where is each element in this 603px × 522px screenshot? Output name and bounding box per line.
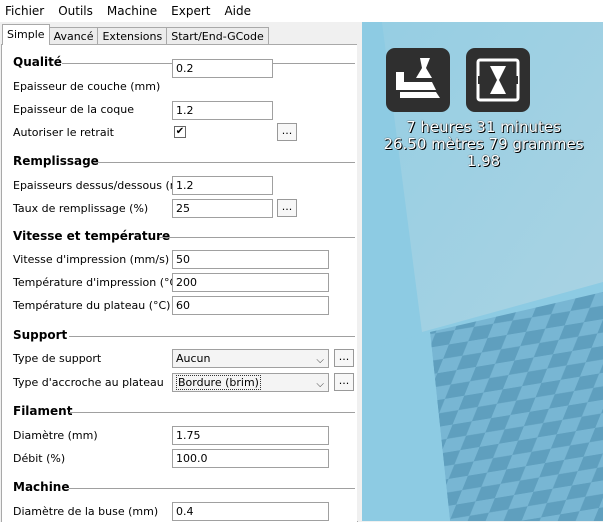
section-divider xyxy=(159,237,355,238)
3d-viewport[interactable] xyxy=(362,22,603,521)
bed-temp-label: Température du plateau (°C) xyxy=(13,299,171,312)
tab-avance[interactable]: Avancé xyxy=(48,27,99,45)
adhesion-type-select[interactable]: Bordure (brim) ⌵ xyxy=(172,373,329,392)
section-divider xyxy=(69,412,355,413)
hourglass-icon xyxy=(476,58,520,102)
retraction-checkbox[interactable]: ✔ xyxy=(174,126,186,138)
print-button[interactable] xyxy=(466,48,530,112)
layer-height-input[interactable]: 0.2 xyxy=(172,59,273,78)
load-model-button[interactable] xyxy=(386,48,450,112)
chevron-down-icon: ⌵ xyxy=(316,355,324,366)
load-model-icon xyxy=(396,58,440,98)
print-time-text: 7 heures 31 minutes xyxy=(406,118,561,136)
material-usage-text: 26.50 mètres 79 grammes xyxy=(383,135,584,153)
section-title-machine: Machine xyxy=(13,480,70,494)
section-title-vitesse: Vitesse et température xyxy=(13,229,171,243)
nozzle-diameter-input[interactable]: 0.4 xyxy=(172,502,329,521)
print-speed-label: Vitesse d'impression (mm/s) xyxy=(13,253,170,266)
menu-expert[interactable]: Expert xyxy=(164,0,217,22)
retraction-label: Autoriser le retrait xyxy=(13,126,114,139)
section-divider xyxy=(69,336,355,337)
section-title-qualite: Qualité xyxy=(13,55,62,69)
layer-height-label: Epaisseur de couche (mm) xyxy=(13,80,161,93)
tab-extensions[interactable]: Extensions xyxy=(97,27,168,45)
support-type-value: Aucun xyxy=(176,352,211,365)
section-title-support: Support xyxy=(13,328,68,342)
adhesion-type-value: Bordure (brim) xyxy=(176,375,261,390)
flow-input[interactable]: 100.0 xyxy=(172,449,329,468)
tab-start-end-gcode[interactable]: Start/End-GCode xyxy=(166,27,269,45)
section-divider xyxy=(94,162,355,163)
support-settings-button[interactable]: ... xyxy=(334,349,354,367)
support-type-select[interactable]: Aucun ⌵ xyxy=(172,349,329,368)
shell-thickness-input[interactable]: 1.2 xyxy=(172,101,273,120)
top-bottom-input[interactable]: 1.2 xyxy=(172,176,273,195)
settings-tabs: Simple Avancé Extensions Start/End-GCode xyxy=(2,24,269,45)
bed-temp-input[interactable]: 60 xyxy=(172,296,329,315)
menu-bar: Fichier Outils Machine Expert Aide xyxy=(0,0,603,22)
filament-diameter-input[interactable]: 1.75 xyxy=(172,426,329,445)
flow-label: Débit (%) xyxy=(13,452,66,465)
settings-panel: Simple Avancé Extensions Start/End-GCode… xyxy=(0,22,362,522)
section-divider xyxy=(69,488,355,489)
settings-form: Qualité Epaisseur de couche (mm) 0.2 Epa… xyxy=(1,44,358,522)
top-bottom-label: Epaisseurs dessus/dessous (mm) xyxy=(13,179,196,192)
section-title-remplissage: Remplissage xyxy=(13,154,99,168)
retraction-settings-button[interactable]: ... xyxy=(277,123,297,141)
menu-outils[interactable]: Outils xyxy=(51,0,100,22)
filament-diameter-label: Diamètre (mm) xyxy=(13,429,98,442)
menu-aide[interactable]: Aide xyxy=(217,0,258,22)
adhesion-type-label: Type d'accroche au plateau xyxy=(13,376,164,389)
print-speed-input[interactable]: 50 xyxy=(172,250,329,269)
adhesion-settings-button[interactable]: ... xyxy=(334,373,354,391)
section-title-filament: Filament xyxy=(13,404,73,418)
shell-thickness-label: Epaisseur de la coque xyxy=(13,103,134,116)
tab-simple[interactable]: Simple xyxy=(2,24,50,45)
fill-density-input[interactable]: 25 xyxy=(172,199,273,218)
print-cost-text: 1.98 xyxy=(466,152,501,170)
menu-fichier[interactable]: Fichier xyxy=(0,0,51,22)
menu-machine[interactable]: Machine xyxy=(100,0,164,22)
nozzle-diameter-label: Diamètre de la buse (mm) xyxy=(13,505,159,518)
print-temp-label: Température d'impression (°C) xyxy=(13,276,182,289)
chevron-down-icon: ⌵ xyxy=(316,379,324,390)
print-temp-input[interactable]: 200 xyxy=(172,273,329,292)
support-type-label: Type de support xyxy=(13,352,102,365)
fill-density-settings-button[interactable]: ... xyxy=(277,199,297,217)
fill-density-label: Taux de remplissage (%) xyxy=(13,202,149,215)
